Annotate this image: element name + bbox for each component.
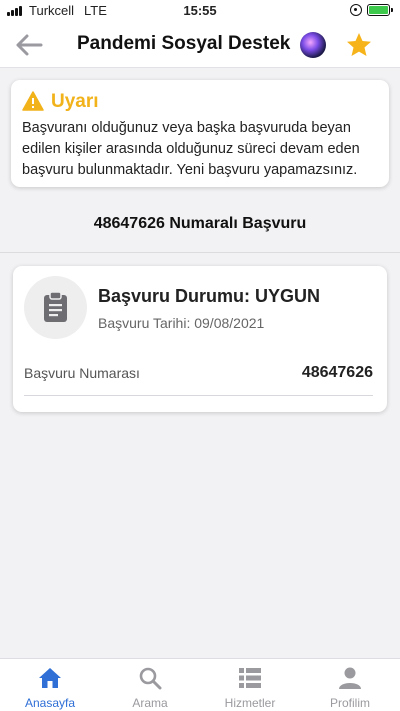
warning-card: Uyarı Başvuranı olduğunuz veya başka baş… — [11, 80, 389, 187]
warning-icon — [22, 91, 44, 111]
application-status-card[interactable]: Başvuru Durumu: UYGUN Başvuru Tarihi: 09… — [13, 266, 387, 412]
siri-icon[interactable] — [300, 32, 326, 58]
row-divider — [24, 395, 373, 396]
star-icon[interactable] — [345, 31, 373, 59]
battery-icon — [367, 4, 393, 16]
warning-title: Uyarı — [51, 91, 99, 112]
person-icon — [339, 667, 361, 689]
application-number-label: Başvuru Numarası — [24, 365, 140, 381]
tab-bar: Anasayfa Arama Hizmetler Profilim — [0, 658, 400, 711]
divider — [0, 252, 400, 253]
warning-message: Başvuranı olduğunuz veya başka başvuruda… — [22, 120, 360, 178]
tab-search-label: Arama — [132, 696, 168, 710]
orientation-lock-icon — [350, 4, 362, 16]
battery-level — [369, 6, 388, 14]
list-icon — [239, 668, 261, 688]
application-date: Başvuru Tarihi: 09/08/2021 — [98, 315, 265, 331]
tab-home-label: Anasayfa — [24, 696, 76, 710]
tab-profile[interactable]: Profilim — [300, 659, 400, 711]
clipboard-icon-container — [24, 276, 87, 339]
status-bar: Turkcell LTE 15:55 — [0, 0, 400, 22]
clipboard-icon — [44, 291, 67, 322]
tab-profile-label: Profilim — [329, 696, 370, 710]
tab-home[interactable]: Anasayfa — [0, 659, 100, 711]
search-icon — [139, 667, 162, 690]
tab-services[interactable]: Hizmetler — [200, 659, 300, 711]
tab-services-label: Hizmetler — [224, 696, 276, 710]
application-number-value: 48647626 — [301, 364, 373, 381]
back-arrow-icon[interactable] — [14, 32, 44, 58]
tab-search[interactable]: Arama — [100, 659, 200, 711]
application-status: Başvuru Durumu: UYGUN — [98, 286, 321, 306]
navigation-bar: Pandemi Sosyal Destek — [0, 22, 400, 68]
home-icon — [39, 668, 61, 688]
application-heading: 48647626 Numaralı Başvuru — [93, 215, 307, 232]
status-time: 15:55 — [183, 3, 217, 18]
page-title: Pandemi Sosyal Destek — [77, 33, 291, 54]
